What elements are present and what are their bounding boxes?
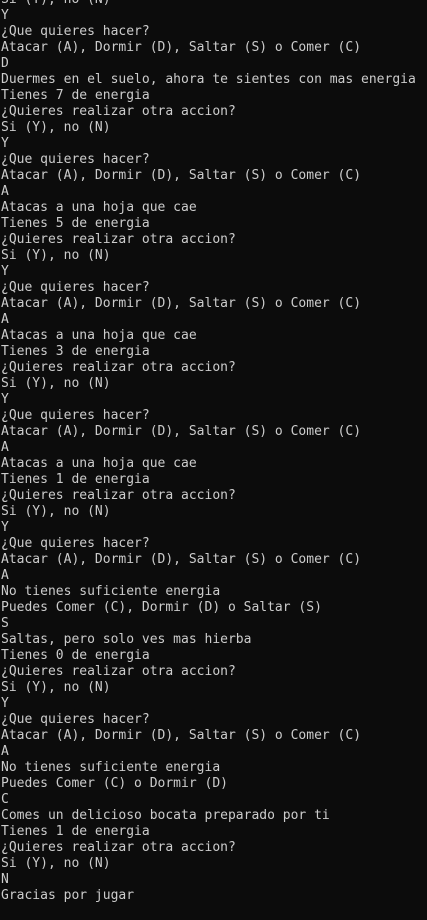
- console-line: Y: [1, 392, 9, 407]
- console-line: ¿Quieres realizar otra accion?: [1, 104, 236, 119]
- console-line: ¿Quieres realizar otra accion?: [1, 232, 236, 247]
- console-line: C: [1, 792, 9, 807]
- console-line: D: [1, 56, 9, 71]
- console-line: Puedes Comer (C) o Dormir (D): [1, 776, 228, 791]
- console-window[interactable]: Si (Y), no (N)Y¿Que quieres hacer?Atacar…: [0, 0, 427, 920]
- console-line: Tienes 1 de energia: [1, 824, 150, 839]
- console-line: Y: [1, 520, 9, 535]
- console-line: Atacar (A), Dormir (D), Saltar (S) o Com…: [1, 728, 362, 743]
- console-line: Y: [1, 136, 9, 151]
- console-line: Si (Y), no (N): [1, 120, 111, 135]
- console-line: ¿Que quieres hacer?: [1, 152, 150, 167]
- console-line: No tienes suficiente energia: [1, 584, 221, 599]
- console-line: A: [1, 184, 9, 199]
- console-line: ¿Que quieres hacer?: [1, 712, 150, 727]
- console-line: Y: [1, 8, 9, 23]
- console-line: Atacar (A), Dormir (D), Saltar (S) o Com…: [1, 424, 362, 439]
- console-line: Atacas a una hoja que cae: [1, 328, 197, 343]
- console-line: Si (Y), no (N): [1, 376, 111, 391]
- console-line: Atacar (A), Dormir (D), Saltar (S) o Com…: [1, 296, 362, 311]
- console-line: Si (Y), no (N): [1, 504, 111, 519]
- console-line: Si (Y), no (N): [0, 0, 427, 8]
- console-line: ¿Que quieres hacer?: [1, 536, 150, 551]
- console-line: Tienes 7 de energia: [1, 88, 150, 103]
- console-line: Gracias por jugar: [1, 888, 135, 903]
- console-line: Atacar (A), Dormir (D), Saltar (S) o Com…: [1, 552, 362, 567]
- console-line: Atacar (A), Dormir (D), Saltar (S) o Com…: [1, 40, 362, 55]
- console-line: ¿Que quieres hacer?: [1, 24, 150, 39]
- console-output: Si (Y), no (N)Y¿Que quieres hacer?Atacar…: [0, 0, 427, 904]
- console-line: ¿Que quieres hacer?: [1, 280, 150, 295]
- console-line: Comes un delicioso bocata preparado por …: [1, 808, 330, 823]
- console-line: A: [1, 568, 9, 583]
- console-line: Si (Y), no (N): [1, 680, 111, 695]
- console-line: Atacas a una hoja que cae: [1, 200, 197, 215]
- console-line: ¿Quieres realizar otra accion?: [1, 664, 236, 679]
- console-line: Y: [1, 264, 9, 279]
- console-line: Y: [1, 696, 9, 711]
- console-line: Tienes 3 de energia: [1, 344, 150, 359]
- console-line: ¿Quieres realizar otra accion?: [1, 360, 236, 375]
- console-line: A: [1, 744, 9, 759]
- console-line: ¿Quieres realizar otra accion?: [1, 840, 236, 855]
- console-line: Puedes Comer (C), Dormir (D) o Saltar (S…: [1, 600, 322, 615]
- console-line: Tienes 0 de energia: [1, 648, 150, 663]
- console-line: N: [1, 872, 9, 887]
- console-line: ¿Que quieres hacer?: [1, 408, 150, 423]
- console-line: A: [1, 440, 9, 455]
- console-line: Duermes en el suelo, ahora te sientes co…: [1, 72, 416, 87]
- console-line: Tienes 5 de energia: [1, 216, 150, 231]
- console-line: Atacas a una hoja que cae: [1, 456, 197, 471]
- console-line: Si (Y), no (N): [1, 856, 111, 871]
- console-line: No tienes suficiente energia: [1, 760, 221, 775]
- console-line: Saltas, pero solo ves mas hierba: [1, 632, 252, 647]
- console-line: ¿Quieres realizar otra accion?: [1, 488, 236, 503]
- console-line: S: [1, 616, 9, 631]
- console-line: A: [1, 312, 9, 327]
- console-line: Tienes 1 de energia: [1, 472, 150, 487]
- console-line: Atacar (A), Dormir (D), Saltar (S) o Com…: [1, 168, 362, 183]
- console-line: Si (Y), no (N): [1, 248, 111, 263]
